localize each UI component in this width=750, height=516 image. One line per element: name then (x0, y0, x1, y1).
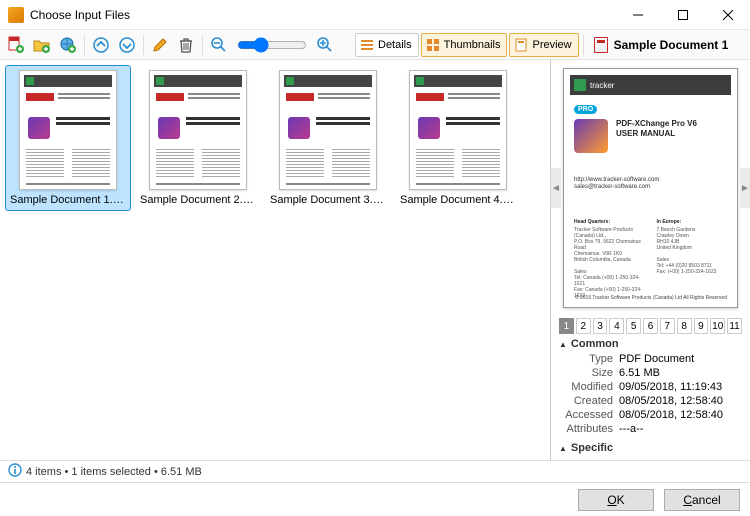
file-thumbnail[interactable]: Sample Document 3.pdf (266, 66, 390, 210)
copyright: © 2016 Tracker Software Products (Canada… (574, 295, 727, 301)
pdf-icon (594, 37, 608, 53)
preview-page-wrap: ◄ tracker PRO PDF-XChange Pro V6USER MAN… (551, 60, 750, 316)
info-icon (8, 463, 22, 480)
section-specific[interactable]: ▲Specific (551, 440, 750, 456)
page-preview (149, 70, 247, 190)
file-thumbnail[interactable]: Sample Document 4.pdf (396, 66, 520, 210)
page-number[interactable]: 4 (609, 318, 624, 334)
preview-brand-header: tracker (570, 75, 731, 95)
zoom-out-icon[interactable] (207, 33, 231, 57)
prev-page-button[interactable]: ◄ (551, 168, 561, 208)
product-icon (574, 119, 608, 153)
pro-tag: PRO (574, 105, 597, 114)
page-number[interactable]: 3 (593, 318, 608, 334)
dialog-buttons: OK Cancel (0, 482, 750, 516)
prop-modified: Modified09/05/2018, 11:19:43 (559, 380, 742, 394)
file-thumbnail[interactable]: Sample Document 2.pdf (136, 66, 260, 210)
page-preview (279, 70, 377, 190)
page-number[interactable]: 7 (660, 318, 675, 334)
view-thumbnails-label: Thumbnails (444, 39, 501, 51)
separator (84, 35, 85, 55)
prop-size: Size6.51 MB (559, 366, 742, 380)
page-number[interactable]: 8 (677, 318, 692, 334)
prop-type: TypePDF Document (559, 352, 742, 366)
thumbnails-panel: Sample Document 1.pdf Sample Document 2.… (0, 60, 550, 460)
delete-icon[interactable] (174, 33, 198, 57)
separator (202, 35, 203, 55)
toolbar: Details Thumbnails Preview Sample Docume… (0, 30, 750, 60)
view-details-button[interactable]: Details (355, 33, 419, 57)
file-name: Sample Document 2.pdf (140, 194, 256, 206)
common-properties: TypePDF Document Size6.51 MB Modified09/… (551, 352, 750, 440)
page-preview (409, 70, 507, 190)
file-name: Sample Document 1.pdf (10, 194, 126, 206)
zoom-in-icon[interactable] (313, 33, 337, 57)
view-thumbnails-button[interactable]: Thumbnails (421, 33, 508, 57)
close-button[interactable] (705, 0, 750, 30)
app-icon (8, 7, 24, 23)
view-details-label: Details (378, 39, 412, 51)
edit-icon[interactable] (148, 33, 172, 57)
page-number[interactable]: 5 (626, 318, 641, 334)
collapse-icon: ▲ (559, 340, 567, 349)
statusbar: 4 items • 1 items selected • 6.51 MB (0, 460, 750, 482)
section-common[interactable]: ▲Common (551, 336, 750, 352)
file-name: Sample Document 3.pdf (270, 194, 386, 206)
page-number[interactable]: 10 (710, 318, 725, 334)
brand-logo-icon (574, 79, 586, 91)
cancel-button[interactable]: Cancel (664, 489, 740, 511)
window-title: Choose Input Files (30, 8, 615, 22)
document-header: Sample Document 1 (594, 37, 729, 53)
minimize-button[interactable] (615, 0, 660, 30)
view-preview-button[interactable]: Preview (509, 33, 578, 57)
prop-accessed: Accessed08/05/2018, 12:58:40 (559, 408, 742, 422)
status-text: 4 items • 1 items selected • 6.51 MB (26, 466, 202, 478)
document-title: Sample Document 1 (614, 38, 729, 52)
page-number[interactable]: 11 (727, 318, 742, 334)
move-up-icon[interactable] (89, 33, 113, 57)
prop-attributes: Attributes---a-- (559, 422, 742, 436)
main-area: Sample Document 1.pdf Sample Document 2.… (0, 60, 750, 460)
zoom-slider[interactable] (237, 37, 307, 53)
separator (583, 35, 584, 55)
file-name: Sample Document 4.pdf (400, 194, 516, 206)
collapse-icon: ▲ (559, 444, 567, 453)
view-preview-label: Preview (532, 39, 571, 51)
add-web-icon[interactable] (56, 33, 80, 57)
preview-page: tracker PRO PDF-XChange Pro V6USER MANUA… (563, 68, 738, 308)
page-number[interactable]: 2 (576, 318, 591, 334)
move-down-icon[interactable] (115, 33, 139, 57)
page-number[interactable]: 6 (643, 318, 658, 334)
file-thumbnail[interactable]: Sample Document 1.pdf (6, 66, 130, 210)
titlebar: Choose Input Files (0, 0, 750, 30)
separator (143, 35, 144, 55)
add-pdf-icon[interactable] (4, 33, 28, 57)
preview-panel: ◄ tracker PRO PDF-XChange Pro V6USER MAN… (550, 60, 750, 460)
product-title: PDF-XChange Pro V6USER MANUAL (616, 119, 727, 138)
address-columns: Head Quarters:Tracker Software Products … (574, 219, 727, 289)
ok-button[interactable]: OK (578, 489, 654, 511)
page-number[interactable]: 1 (559, 318, 574, 334)
page-number[interactable]: 9 (694, 318, 709, 334)
product-links: http://www.tracker-software.comsales@tra… (574, 177, 727, 191)
page-preview (19, 70, 117, 190)
prop-created: Created08/05/2018, 12:58:40 (559, 394, 742, 408)
maximize-button[interactable] (660, 0, 705, 30)
page-selector: 1234567891011 (551, 316, 750, 336)
next-page-button[interactable]: ► (740, 168, 750, 208)
add-folder-icon[interactable] (30, 33, 54, 57)
